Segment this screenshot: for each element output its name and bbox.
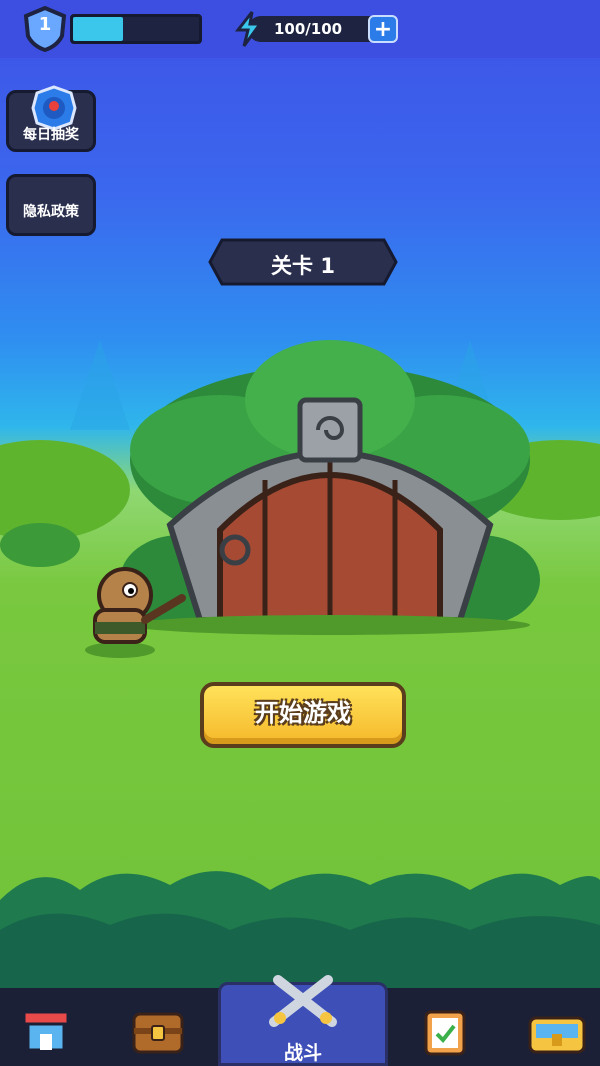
crossed-swords-icon [269, 975, 337, 1027]
shop-icon[interactable] [20, 1008, 72, 1056]
nav-battle-label: 战斗 [283, 1042, 322, 1064]
privacy-policy-label: 隐私政策 [23, 204, 79, 220]
treasure-chest-icon[interactable] [526, 1008, 588, 1056]
ogre-character [85, 567, 186, 658]
xp-progress-fill [73, 17, 124, 41]
add-energy-button[interactable]: + [368, 15, 398, 43]
start-game-button[interactable]: 开始游戏 [200, 682, 406, 748]
privacy-policy-button[interactable]: 隐私政策 [6, 174, 96, 236]
lightning-icon [234, 11, 263, 47]
chest-icon[interactable] [130, 1008, 186, 1056]
game-screen: 1 100/100 + 每日抽奖 隐私政策 关卡 1 开始游戏 战斗 [0, 0, 600, 1066]
stage-label: 关卡 1 [271, 254, 335, 278]
daily-lottery-label: 每日抽奖 [23, 127, 79, 143]
energy-value: 100/100 [274, 20, 343, 38]
start-game-label: 开始游戏 [255, 699, 351, 727]
xp-progress-bar [70, 14, 202, 44]
player-level: 1 [38, 14, 52, 35]
daily-lottery-button[interactable]: 每日抽奖 [6, 85, 96, 152]
clipboard-icon[interactable] [420, 1006, 470, 1058]
